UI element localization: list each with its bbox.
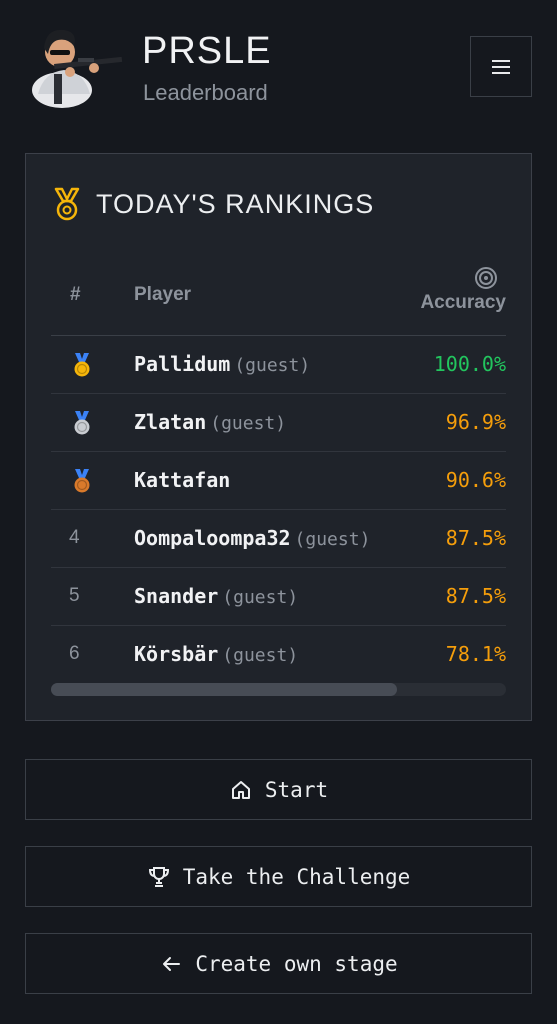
table-body: Pallidum (guest) 100.0% Zlatan (guest) 96.…	[51, 336, 506, 684]
horizontal-scrollbar[interactable]	[51, 683, 506, 696]
silver-medal-icon	[74, 411, 90, 435]
row-accuracy: 90.6%	[445, 468, 506, 492]
bronze-medal-icon	[74, 469, 90, 493]
header: PRSLE Leaderboard	[0, 0, 557, 130]
row-player: Pallidum (guest)	[134, 352, 310, 376]
player-name: Kattafan	[134, 468, 231, 492]
row-rank: 5	[69, 585, 80, 606]
row-accuracy: 100.0%	[433, 352, 506, 376]
row-player: Zlatan (guest)	[134, 410, 286, 434]
guest-tag: (guest)	[222, 645, 299, 666]
player-name: Zlatan	[134, 410, 207, 434]
row-accuracy: 78.1%	[445, 642, 506, 666]
row-rank: 6	[69, 643, 80, 664]
arrow-left-icon	[163, 956, 181, 971]
table-row: 6 Körsbär (guest) 78.1%	[51, 626, 506, 684]
player-name: Snander	[134, 584, 219, 608]
header-accuracy: Accuracy	[420, 266, 506, 314]
card-title: TODAY'S RANKINGS	[96, 188, 375, 219]
gold-medal-icon	[74, 353, 90, 377]
hamburger-menu-icon	[492, 56, 510, 78]
row-player: Oompaloompa32 (guest)	[134, 526, 370, 550]
card-header: TODAY'S RANKINGS	[52, 184, 374, 224]
table-row: Zlatan (guest) 96.9%	[51, 394, 506, 452]
target-icon	[475, 267, 497, 289]
take-challenge-button[interactable]: Take the Challenge	[25, 846, 532, 907]
header-rank: #	[70, 284, 81, 305]
create-stage-label: Create own stage	[195, 951, 398, 976]
home-icon	[231, 780, 250, 799]
row-rank: 4	[69, 527, 80, 548]
scrollbar-thumb[interactable]	[51, 683, 397, 696]
header-player: Player	[134, 284, 192, 305]
guest-tag: (guest)	[234, 355, 311, 376]
table-row: 5 Snander (guest) 87.5%	[51, 568, 506, 626]
row-player: Snander (guest)	[134, 584, 298, 608]
table-row: Pallidum (guest) 100.0%	[51, 336, 506, 394]
table-row: 4 Oompaloompa32 (guest) 87.5%	[51, 510, 506, 568]
medal-icon	[54, 187, 80, 221]
player-name: Körsbär	[134, 642, 219, 666]
row-accuracy: 87.5%	[445, 526, 506, 550]
table-header: # Player Accuracy	[51, 256, 506, 336]
guest-tag: (guest)	[294, 529, 371, 550]
start-button-label: Start	[264, 777, 329, 802]
rankings-card: TODAY'S RANKINGS # Player Accuracy Palli…	[25, 153, 532, 721]
start-button[interactable]: Start	[25, 759, 532, 820]
trophy-icon	[148, 866, 169, 887]
player-name: Oompaloompa32	[134, 526, 291, 550]
app-subtitle: Leaderboard	[143, 80, 268, 105]
app-title: PRSLE	[142, 30, 272, 72]
player-name: Pallidum	[134, 352, 231, 376]
header-accuracy-label: Accuracy	[420, 292, 506, 313]
guest-tag: (guest)	[210, 413, 287, 434]
row-player: Kattafan	[134, 468, 230, 492]
menu-button[interactable]	[470, 36, 532, 97]
guest-tag: (guest)	[222, 587, 299, 608]
create-stage-button[interactable]: Create own stage	[25, 933, 532, 994]
table-row: Kattafan 90.6%	[51, 452, 506, 510]
rankings-table: # Player Accuracy Pallidum (guest) 100.0%…	[51, 256, 506, 684]
app-logo	[32, 29, 123, 108]
row-player: Körsbär (guest)	[134, 642, 298, 666]
row-accuracy: 87.5%	[445, 584, 506, 608]
row-accuracy: 96.9%	[445, 410, 506, 434]
take-challenge-label: Take the Challenge	[182, 864, 411, 889]
